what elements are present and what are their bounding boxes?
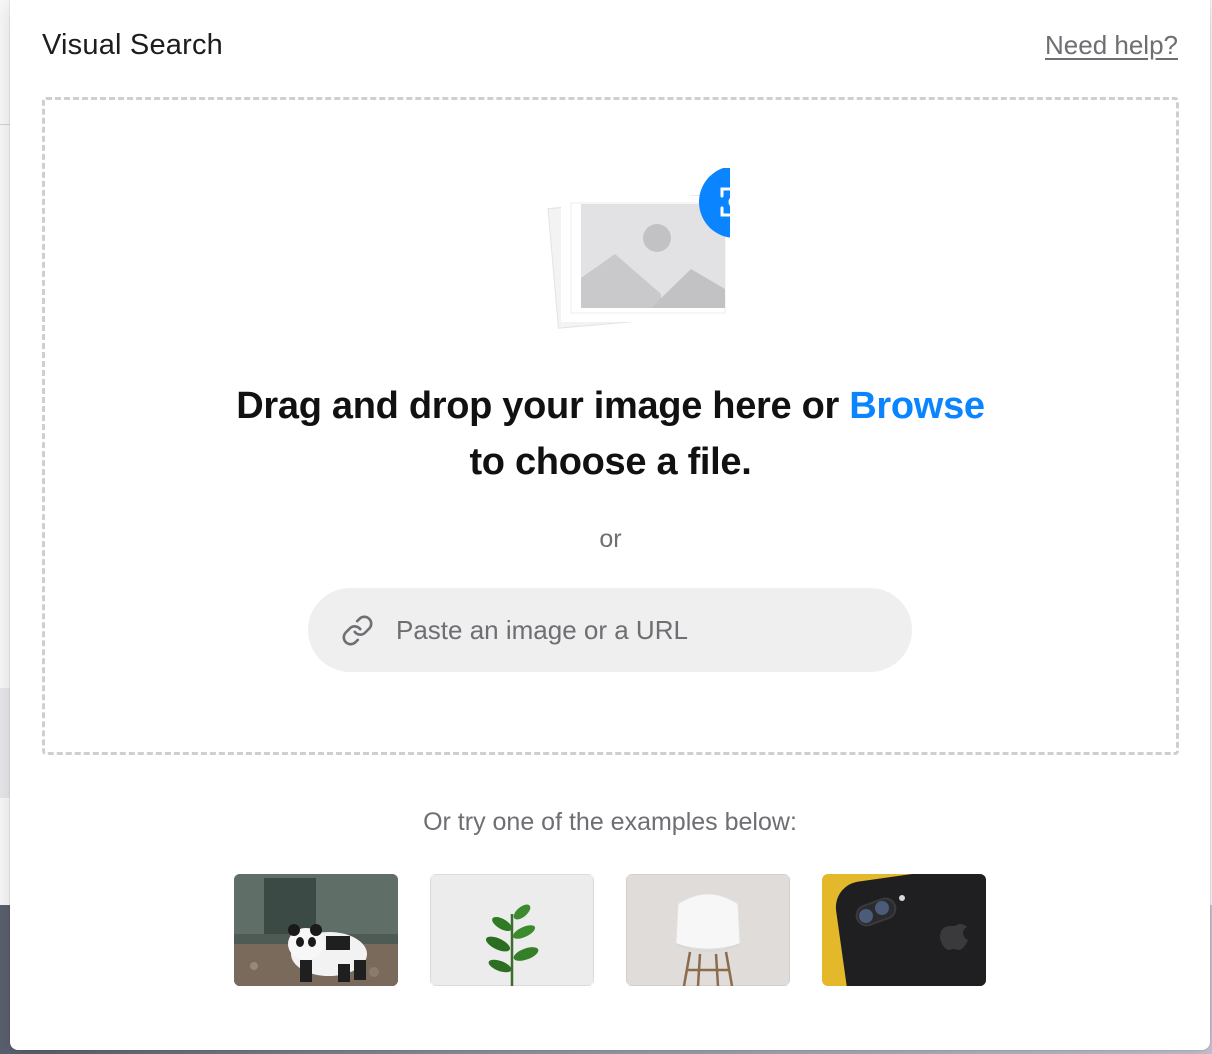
visual-search-dialog: Visual Search Need help? Drag and drop y… <box>10 0 1210 1050</box>
headline-text-part2: to choose a file. <box>469 441 752 483</box>
image-drop-zone[interactable]: Drag and drop your image here or Browse t… <box>42 97 1179 755</box>
background-divider <box>0 124 10 125</box>
headline-text-part1: Drag and drop your image here or <box>236 385 850 427</box>
drop-zone-headline: Drag and drop your image here or Browse t… <box>45 378 1176 490</box>
example-panda-thumbnail[interactable] <box>234 874 398 986</box>
browse-link[interactable]: Browse <box>849 385 985 427</box>
link-icon <box>342 615 373 646</box>
need-help-link[interactable]: Need help? <box>1045 30 1178 61</box>
dialog-title: Visual Search <box>42 29 224 61</box>
example-plant-thumbnail[interactable] <box>430 874 594 986</box>
image-placeholder-icon <box>515 166 771 338</box>
background-panel <box>0 688 10 798</box>
url-input[interactable] <box>396 588 876 672</box>
url-paste-field[interactable] <box>308 588 912 672</box>
examples-label: Or try one of the examples below: <box>423 808 797 836</box>
or-separator: or <box>599 525 622 553</box>
example-chair-thumbnail[interactable] <box>626 874 790 986</box>
example-phone-thumbnail[interactable] <box>822 874 986 986</box>
